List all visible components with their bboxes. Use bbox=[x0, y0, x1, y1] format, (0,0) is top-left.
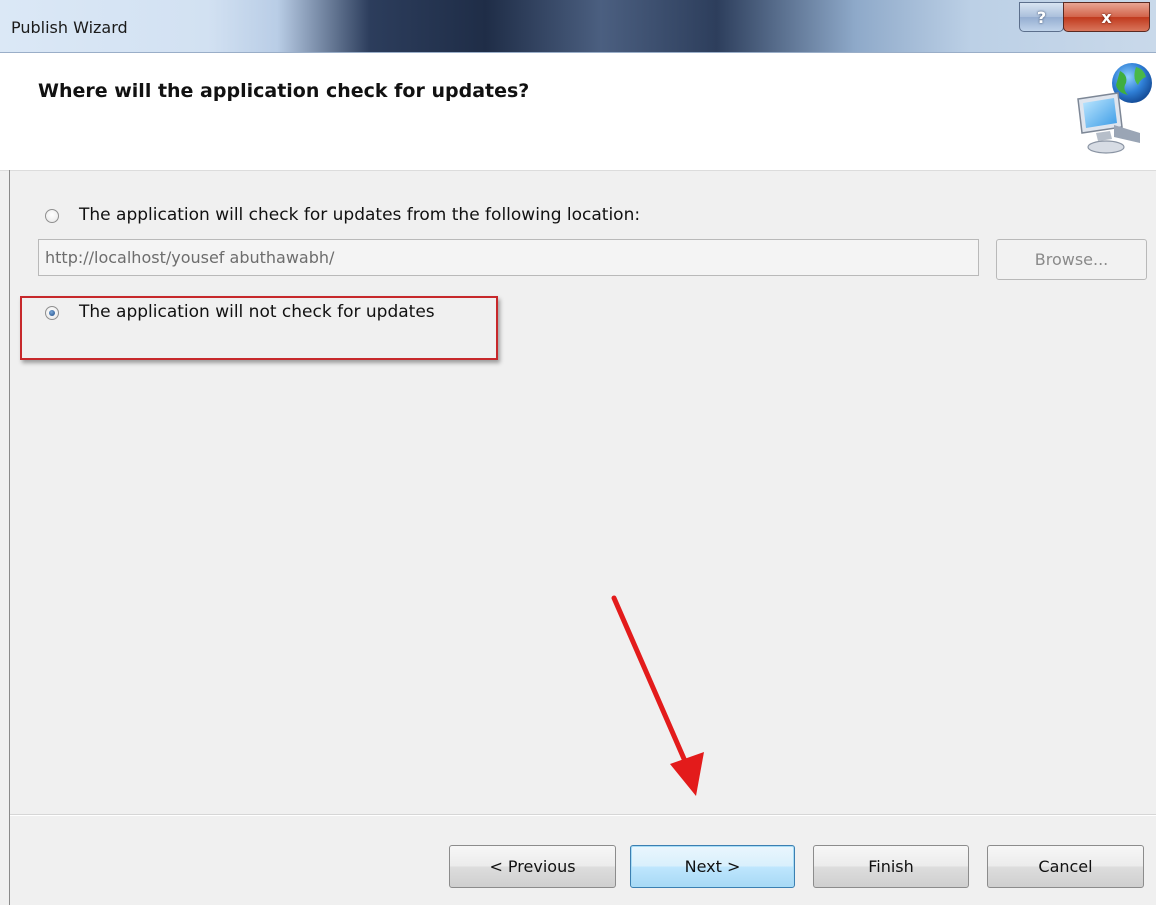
network-computer-globe-icon bbox=[1077, 63, 1152, 154]
help-icon: ? bbox=[1036, 7, 1047, 27]
check-location-radio[interactable] bbox=[45, 209, 59, 223]
close-icon: x bbox=[1101, 7, 1112, 27]
publish-wizard-window: Publish Wizard ? x Where will the applic… bbox=[0, 0, 1156, 905]
red-arrow-annotation bbox=[611, 595, 704, 796]
browse-button[interactable]: Browse... bbox=[996, 239, 1147, 280]
window-left-edge bbox=[9, 170, 10, 905]
help-button[interactable]: ? bbox=[1019, 2, 1064, 32]
highlight-annotation bbox=[20, 296, 498, 360]
next-button[interactable]: Next > bbox=[630, 845, 795, 888]
window-title: Publish Wizard bbox=[11, 18, 128, 37]
button-separator bbox=[10, 814, 1156, 816]
previous-button[interactable]: < Previous bbox=[449, 845, 616, 888]
check-location-label[interactable]: The application will check for updates f… bbox=[79, 205, 640, 225]
finish-button[interactable]: Finish bbox=[813, 845, 969, 888]
close-button[interactable]: x bbox=[1063, 2, 1150, 32]
wizard-header: Where will the application check for upd… bbox=[0, 53, 1156, 171]
page-title: Where will the application check for upd… bbox=[38, 80, 530, 102]
title-bar[interactable]: Publish Wizard ? x bbox=[0, 0, 1156, 53]
cancel-button[interactable]: Cancel bbox=[987, 845, 1144, 888]
update-location-field[interactable]: http://localhost/yousef abuthawabh/ bbox=[38, 239, 979, 276]
